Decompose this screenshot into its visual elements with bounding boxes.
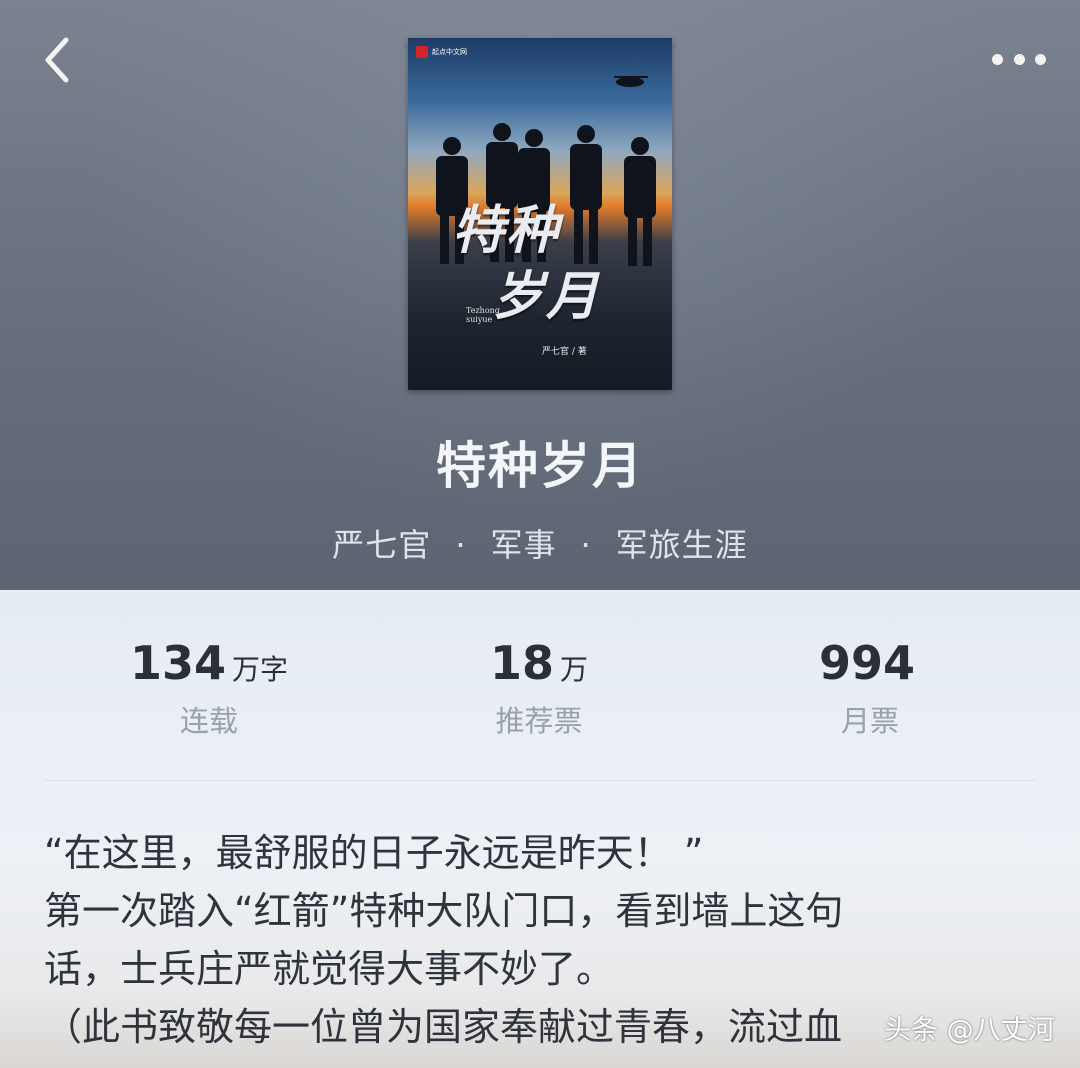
category-link[interactable]: 军事	[490, 526, 556, 564]
watermark: 头条 @八丈河	[884, 1015, 1055, 1046]
subcategory-link[interactable]: 军旅生涯	[616, 526, 748, 564]
back-button[interactable]	[36, 34, 84, 86]
divider	[44, 780, 1036, 781]
author-link[interactable]: 严七官	[332, 526, 431, 564]
chevron-left-icon	[45, 37, 69, 83]
cover-publisher-logo: 起点中文网	[416, 46, 467, 58]
stat-recommend-votes[interactable]: 18 万 推荐票	[389, 636, 689, 740]
book-cover[interactable]: 起点中文网 特种 岁月 Tezhong suiyue 严七官 / 著	[408, 38, 672, 390]
stat-word-count: 134 万字 连载	[129, 636, 289, 738]
description-line: 第一次踏入“红箭”特种大队门口，看到墙上这句	[44, 889, 844, 933]
book-meta: 严七官 · 军事 · 军旅生涯	[332, 526, 748, 564]
cover-pinyin: Tezhong suiyue	[466, 306, 500, 324]
book-title: 特种岁月	[436, 436, 644, 495]
more-options-button[interactable]	[984, 42, 1054, 76]
description-line: 话，士兵庄严就觉得大事不妙了。	[44, 947, 615, 991]
cover-author: 严七官 / 著	[542, 347, 587, 357]
description-line: “在这里，最舒服的日子永远是昨天！ ”	[44, 831, 704, 875]
more-dots-icon	[992, 53, 1003, 65]
stat-monthly-votes[interactable]: 994 月票	[720, 636, 1020, 740]
